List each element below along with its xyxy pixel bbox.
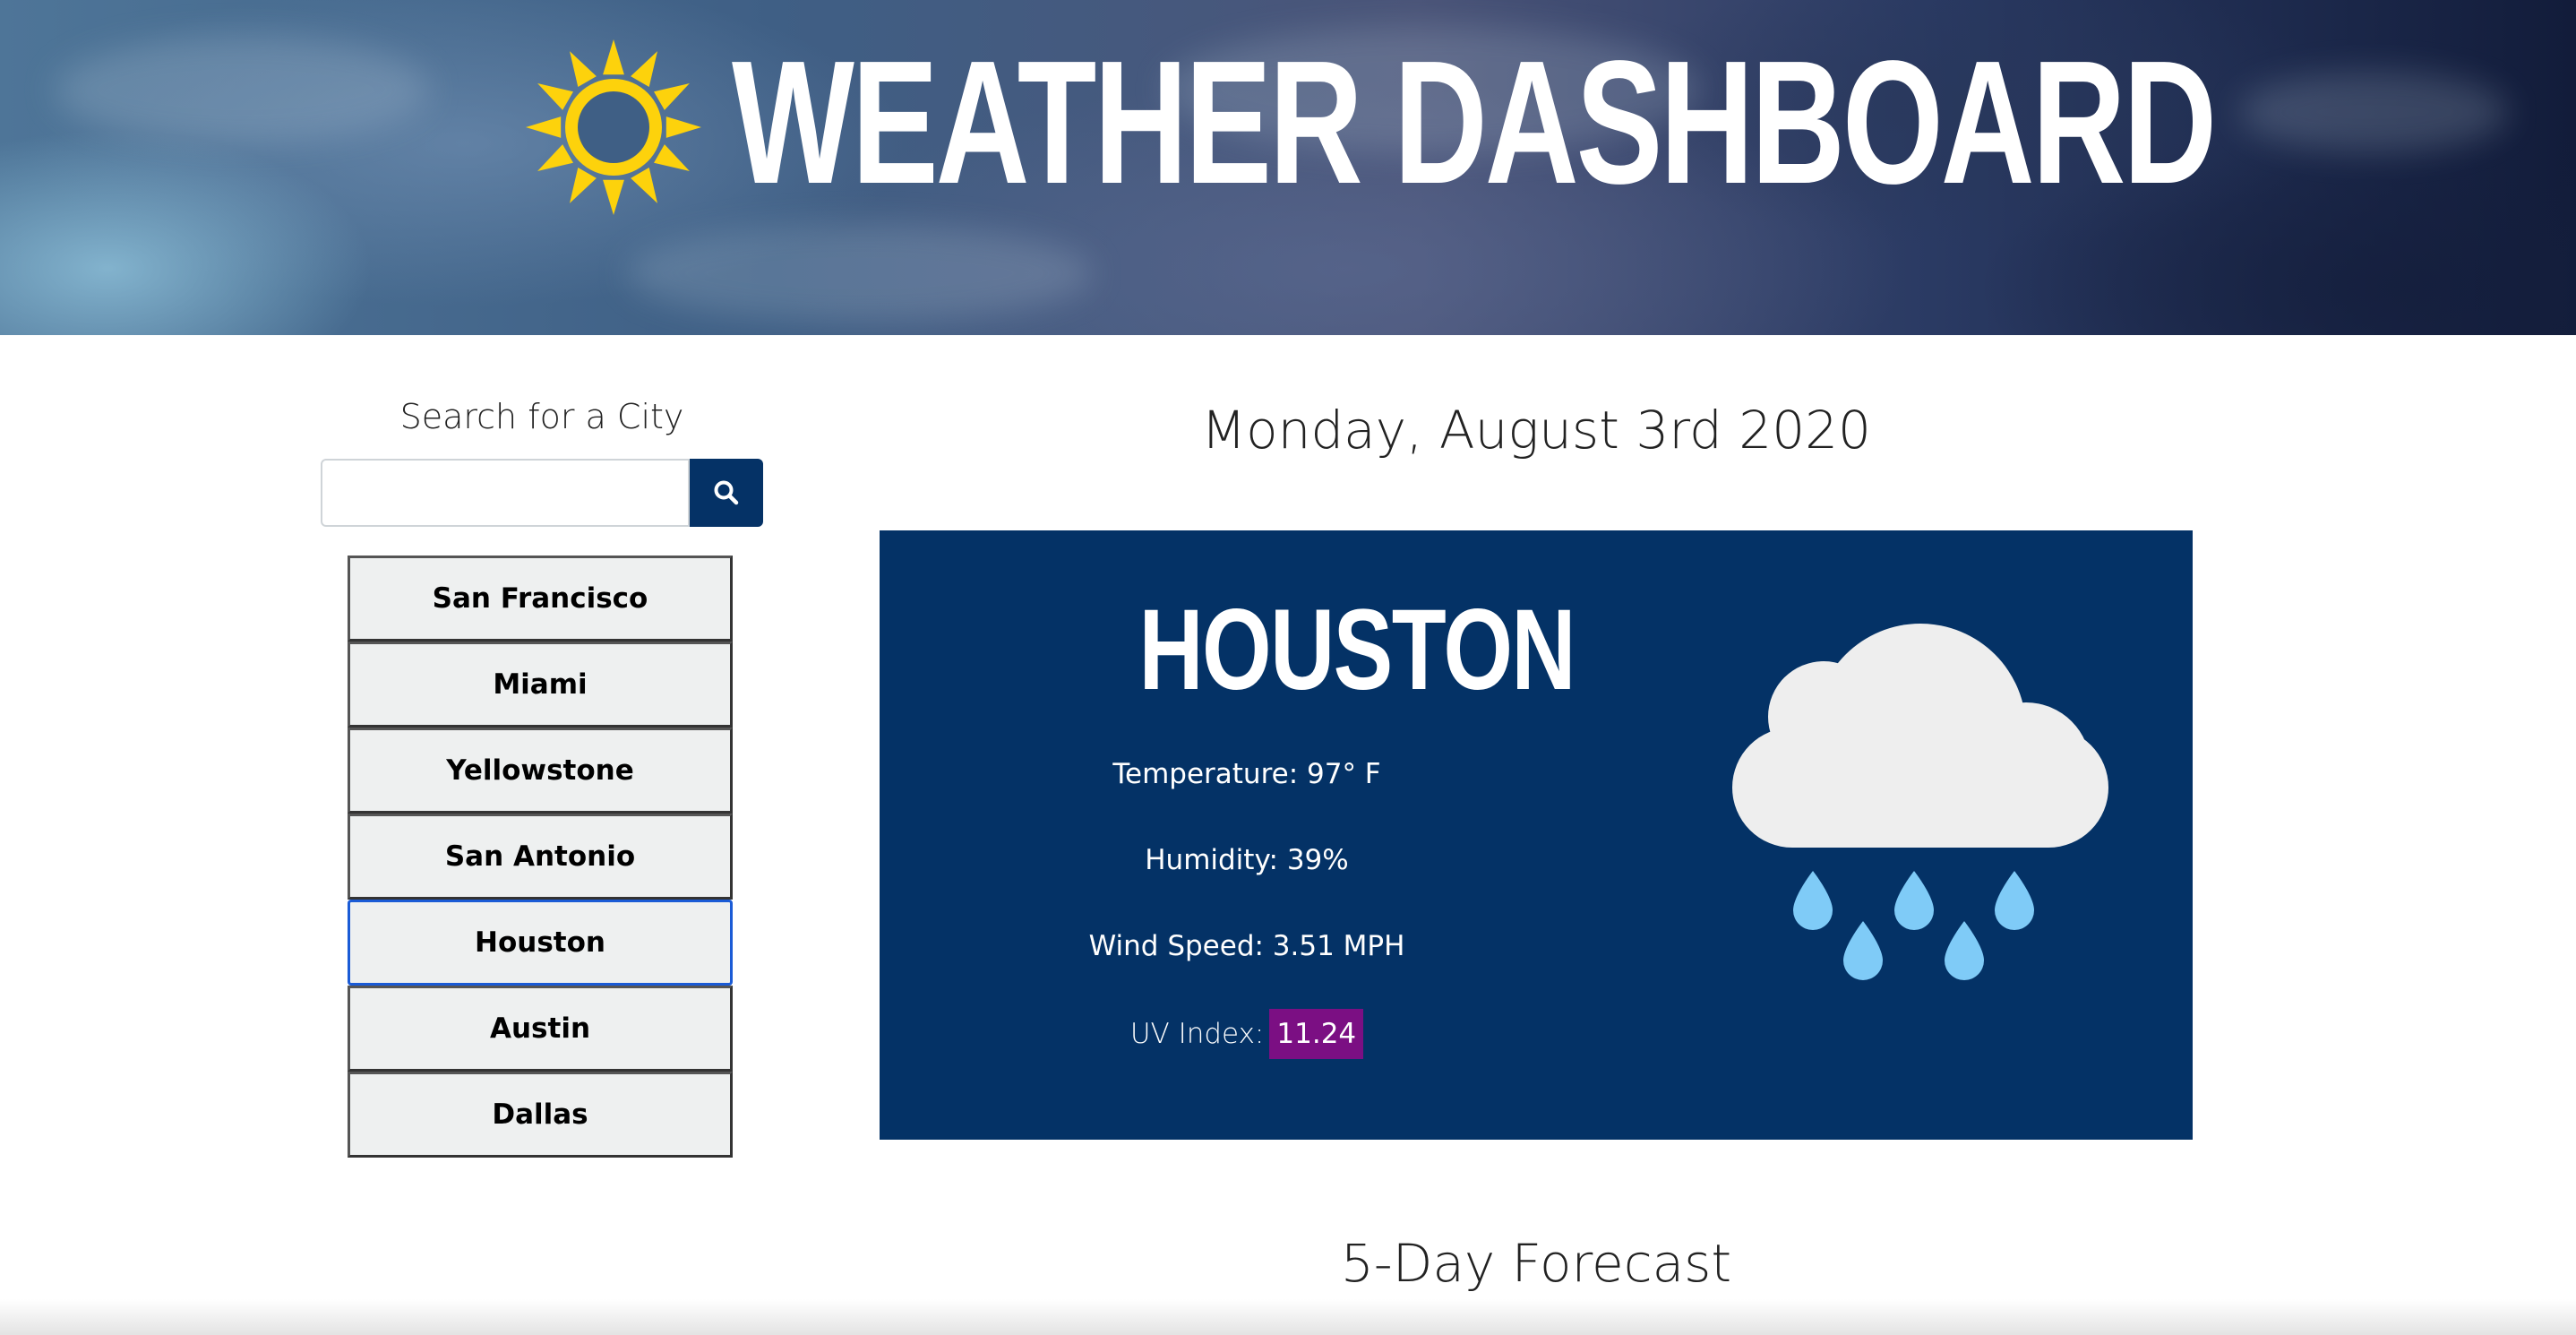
city-name: HOUSTON [1138, 586, 1576, 714]
sun-icon [526, 39, 701, 215]
header-brand: WEATHER DASHBOARD [524, 35, 2576, 215]
app-title: WEATHER DASHBOARD [732, 24, 2217, 220]
current-date: Monday, August 3rd 2020 [1201, 400, 1871, 461]
uv-index-badge: 11.24 [1269, 1009, 1364, 1059]
city-button[interactable]: Houston [348, 900, 733, 986]
temperature: Temperature: 97° F [1112, 758, 1381, 790]
city-button[interactable]: Yellowstone [348, 728, 733, 814]
city-history-list: San Francisco Miami Yellowstone San Antonio… [348, 556, 733, 1158]
city-button[interactable]: San Francisco [348, 556, 733, 642]
wind-speed: Wind Speed: 3.51 MPH [1088, 930, 1405, 962]
uv-index-label: UV Index: [1129, 1018, 1265, 1050]
search-icon [714, 480, 739, 505]
sidebar: Search for a City San Francisco Miami Yell… [321, 391, 763, 1158]
rain-cloud-icon [1732, 624, 2108, 980]
search-input[interactable] [321, 459, 690, 527]
uv-index: UV Index: 11.24 [1005, 1009, 1489, 1059]
city-button[interactable]: Austin [348, 986, 733, 1072]
city-button[interactable]: Dallas [348, 1072, 733, 1158]
header-banner: WEATHER DASHBOARD [0, 0, 2576, 335]
humidity: Humidity: 39% [1145, 844, 1349, 876]
search-row [321, 459, 763, 527]
city-button[interactable]: San Antonio [348, 814, 733, 900]
forecast-title: 5-Day Forecast [1340, 1233, 1732, 1294]
bottom-fade [0, 1299, 2576, 1335]
search-button[interactable] [690, 459, 763, 527]
current-weather-card: HOUSTON Temperature: 97° F Humidity: 39%… [880, 530, 2193, 1140]
search-label: Search for a City [399, 397, 684, 436]
city-button[interactable]: Miami [348, 642, 733, 728]
